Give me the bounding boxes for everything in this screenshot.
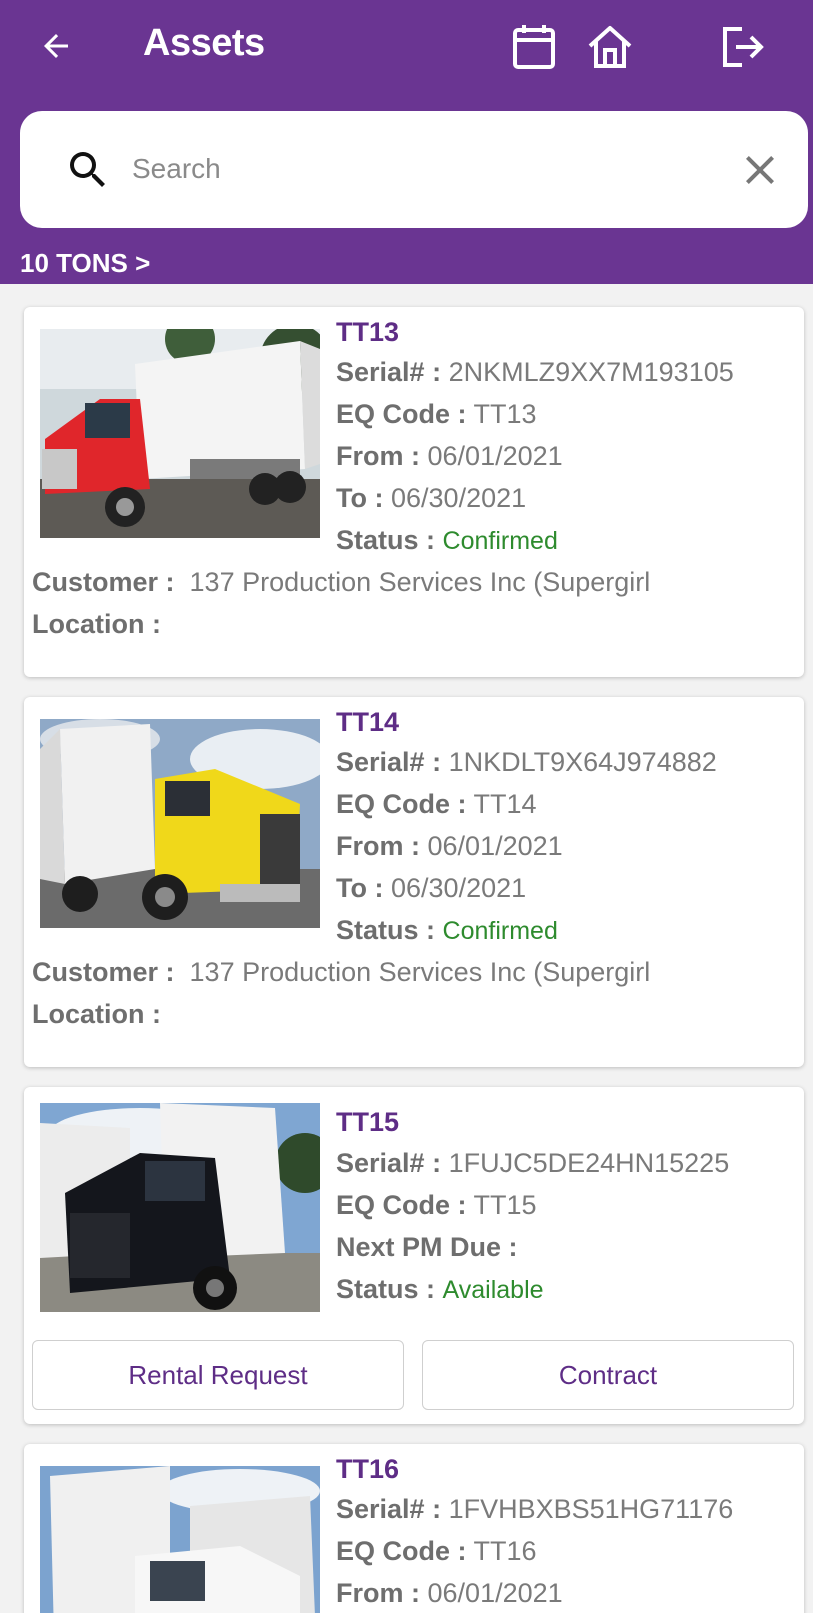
status-row: Status : Available bbox=[336, 1274, 544, 1305]
serial-label: Serial# : bbox=[336, 1148, 442, 1178]
status-badge: Confirmed bbox=[442, 917, 558, 945]
asset-photo bbox=[40, 329, 320, 538]
status-label: Status : bbox=[336, 915, 436, 945]
from-row: From : 06/01/2021 bbox=[336, 441, 563, 472]
eq-code-row: EQ Code : TT15 bbox=[336, 1190, 537, 1221]
location-row: Location : bbox=[32, 999, 161, 1030]
from-label: From : bbox=[336, 1578, 420, 1608]
serial-value: 1NKDLT9X64J974882 bbox=[448, 747, 717, 777]
from-value: 06/01/2021 bbox=[427, 1578, 563, 1608]
logout-icon bbox=[723, 27, 764, 67]
status-badge: Confirmed bbox=[442, 527, 558, 555]
contract-button[interactable]: Contract bbox=[422, 1340, 794, 1410]
asset-card[interactable]: TT14 Serial# : 1NKDLT9X64J974882 EQ Code… bbox=[24, 697, 804, 1067]
serial-value: 1FVHBXBS51HG71176 bbox=[448, 1494, 734, 1524]
rental-request-button[interactable]: Rental Request bbox=[32, 1340, 404, 1410]
serial-row: Serial# : 1FUJC5DE24HN15225 bbox=[336, 1148, 729, 1179]
eq-code-row: EQ Code : TT16 bbox=[336, 1536, 537, 1567]
from-value: 06/01/2021 bbox=[427, 441, 563, 471]
serial-row: Serial# : 1FVHBXBS51HG71176 bbox=[336, 1494, 733, 1525]
serial-label: Serial# : bbox=[336, 1494, 442, 1524]
arrow-left-icon bbox=[44, 34, 68, 58]
status-row: Status : Confirmed bbox=[336, 525, 558, 556]
to-value: 06/30/2021 bbox=[391, 873, 527, 903]
asset-photo bbox=[40, 1103, 320, 1312]
serial-row: Serial# : 1NKDLT9X64J974882 bbox=[336, 747, 717, 778]
page-title: Assets bbox=[143, 22, 265, 64]
customer-row: Customer : 137 Production Services Inc (… bbox=[32, 567, 650, 598]
status-label: Status : bbox=[336, 1274, 436, 1304]
to-label: To : bbox=[336, 483, 384, 513]
status-label: Status : bbox=[336, 525, 436, 555]
asset-card[interactable]: TT13 Serial# : 2NKMLZ9XX7M193105 EQ Code… bbox=[24, 307, 804, 677]
from-value: 06/01/2021 bbox=[427, 831, 563, 861]
to-label: To : bbox=[336, 873, 384, 903]
customer-value: 137 Production Services Inc (Supergirl bbox=[189, 567, 651, 597]
next-pm-label: Next PM Due : bbox=[336, 1232, 518, 1262]
location-row: Location : bbox=[32, 609, 161, 640]
serial-value: 2NKMLZ9XX7M193105 bbox=[448, 357, 734, 387]
eq-code-row: EQ Code : TT13 bbox=[336, 399, 537, 430]
eq-code-value: TT16 bbox=[473, 1536, 537, 1566]
app-bar: Assets 10 TONS > bbox=[0, 0, 813, 284]
from-row: From : 06/01/2021 bbox=[336, 1578, 563, 1609]
search-input[interactable] bbox=[132, 141, 712, 197]
serial-value: 1FUJC5DE24HN15225 bbox=[448, 1148, 730, 1178]
location-label: Location : bbox=[32, 609, 161, 639]
back-button[interactable] bbox=[34, 24, 78, 68]
asset-id: TT16 bbox=[336, 1454, 400, 1484]
customer-label: Customer : bbox=[32, 957, 175, 987]
asset-photo bbox=[40, 1466, 320, 1613]
eq-code-label: EQ Code : bbox=[336, 789, 467, 819]
home-button[interactable] bbox=[585, 22, 635, 72]
status-badge: Available bbox=[442, 1276, 544, 1304]
asset-photo bbox=[40, 719, 320, 928]
customer-label: Customer : bbox=[32, 567, 175, 597]
calendar-button[interactable] bbox=[509, 22, 559, 72]
eq-code-row: EQ Code : TT14 bbox=[336, 789, 537, 820]
from-row: From : 06/01/2021 bbox=[336, 831, 563, 862]
asset-card[interactable]: TT16 Serial# : 1FVHBXBS51HG71176 EQ Code… bbox=[24, 1444, 804, 1613]
serial-label: Serial# : bbox=[336, 357, 442, 387]
from-label: From : bbox=[336, 831, 420, 861]
to-value: 06/30/2021 bbox=[391, 483, 527, 513]
customer-value: 137 Production Services Inc (Supergirl bbox=[189, 957, 651, 987]
customer-row: Customer : 137 Production Services Inc (… bbox=[32, 957, 650, 988]
serial-row: Serial# : 2NKMLZ9XX7M193105 bbox=[336, 357, 734, 388]
to-row: To : 06/30/2021 bbox=[336, 873, 526, 904]
next-pm-row: Next PM Due : bbox=[336, 1232, 518, 1263]
from-label: From : bbox=[336, 441, 420, 471]
eq-code-value: TT13 bbox=[473, 399, 537, 429]
asset-id: TT14 bbox=[336, 707, 400, 737]
breadcrumb[interactable]: 10 TONS > bbox=[20, 248, 150, 279]
serial-label: Serial# : bbox=[336, 747, 442, 777]
asset-id: TT13 bbox=[336, 317, 400, 347]
logout-button[interactable] bbox=[718, 22, 768, 72]
eq-code-value: TT14 bbox=[473, 789, 537, 819]
eq-code-label: EQ Code : bbox=[336, 1190, 467, 1220]
clear-icon[interactable] bbox=[736, 146, 784, 194]
eq-code-label: EQ Code : bbox=[336, 399, 467, 429]
to-row: To : 06/30/2021 bbox=[336, 483, 526, 514]
search-icon bbox=[70, 152, 105, 187]
home-icon bbox=[588, 26, 632, 68]
eq-code-value: TT15 bbox=[473, 1190, 537, 1220]
asset-id: TT15 bbox=[336, 1107, 400, 1137]
calendar-icon bbox=[513, 25, 555, 69]
asset-card[interactable]: TT15 Serial# : 1FUJC5DE24HN15225 EQ Code… bbox=[24, 1087, 804, 1424]
location-label: Location : bbox=[32, 999, 161, 1029]
eq-code-label: EQ Code : bbox=[336, 1536, 467, 1566]
search-bar bbox=[20, 111, 808, 228]
status-row: Status : Confirmed bbox=[336, 915, 558, 946]
